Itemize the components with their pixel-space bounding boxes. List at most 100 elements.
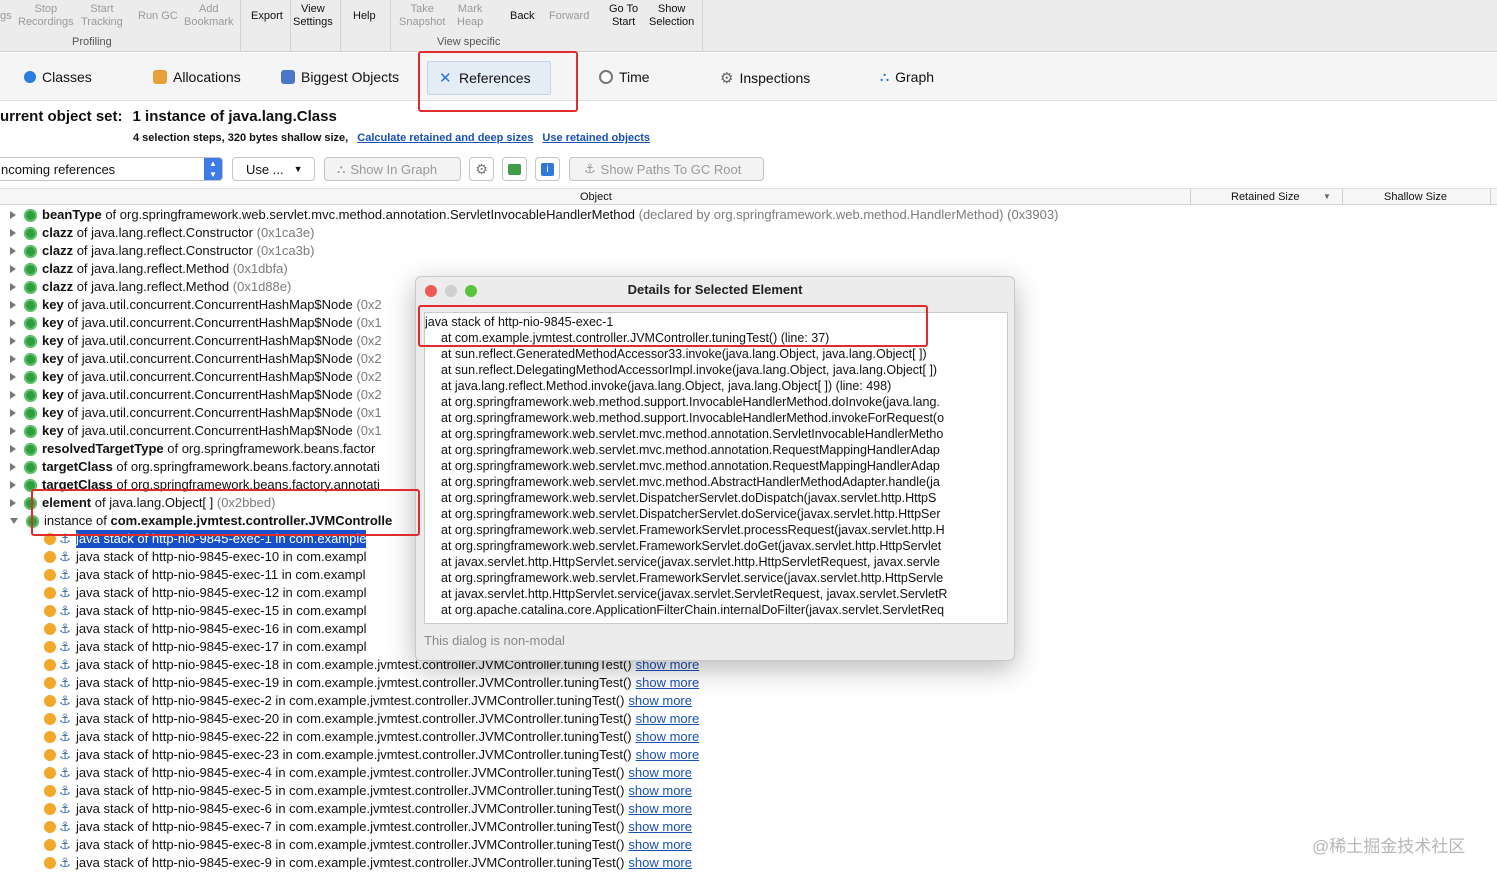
show-more-link[interactable]: show more bbox=[628, 764, 692, 782]
use-dropdown[interactable]: Use ... ▼ bbox=[232, 157, 315, 181]
tab-references[interactable]: ✕ References bbox=[439, 69, 531, 87]
stack-row[interactable]: ⚓ java stack of http-nio-9845-exec-10 in … bbox=[44, 548, 366, 566]
help-button[interactable]: Help bbox=[353, 10, 376, 23]
reference-type-select[interactable]: ncoming references ▲ ▼ bbox=[0, 157, 223, 181]
table-row[interactable]: key of java.util.concurrent.ConcurrentHa… bbox=[10, 386, 382, 404]
table-row[interactable]: targetClass of org.springframework.beans… bbox=[10, 458, 380, 476]
expand-triangle-icon[interactable] bbox=[10, 445, 16, 453]
start-tracking-button[interactable]: Start Tracking bbox=[81, 3, 123, 29]
table-row[interactable]: beanType of org.springframework.web.serv… bbox=[10, 206, 1058, 224]
use-retained-objects-link[interactable]: Use retained objects bbox=[542, 132, 650, 144]
go-to-start-button[interactable]: Go To Start bbox=[609, 3, 638, 29]
tab-inspections[interactable]: ⚙ Inspections bbox=[720, 69, 810, 87]
expand-triangle-icon[interactable] bbox=[10, 301, 16, 309]
stack-row[interactable]: ⚓ java stack of http-nio-9845-exec-7 in c… bbox=[44, 818, 692, 836]
stack-row[interactable]: ⚓ java stack of http-nio-9845-exec-9 in c… bbox=[44, 854, 692, 872]
stack-row[interactable]: ⚓ java stack of http-nio-9845-exec-4 in c… bbox=[44, 764, 692, 782]
table-row[interactable]: key of java.util.concurrent.ConcurrentHa… bbox=[10, 404, 382, 422]
stop-recordings-button[interactable]: Stop Recordings bbox=[18, 3, 74, 29]
table-row[interactable]: key of java.util.concurrent.ConcurrentHa… bbox=[10, 368, 382, 386]
show-more-link[interactable]: show more bbox=[628, 836, 692, 854]
show-more-link[interactable]: show more bbox=[628, 692, 692, 710]
table-row[interactable]: key of java.util.concurrent.ConcurrentHa… bbox=[10, 350, 382, 368]
table-row[interactable]: clazz of java.lang.reflect.Method (0x1d8… bbox=[10, 278, 291, 296]
stack-row[interactable]: ⚓ java stack of http-nio-9845-exec-15 in … bbox=[44, 602, 366, 620]
expand-triangle-icon[interactable] bbox=[10, 499, 16, 507]
export-button[interactable]: Export bbox=[251, 10, 283, 23]
expand-triangle-icon[interactable] bbox=[10, 427, 16, 435]
stack-row[interactable]: ⚓ java stack of http-nio-9845-exec-1 in c… bbox=[44, 530, 367, 548]
column-object[interactable]: Object bbox=[580, 191, 612, 203]
expand-triangle-icon[interactable] bbox=[10, 463, 16, 471]
table-row[interactable]: key of java.util.concurrent.ConcurrentHa… bbox=[10, 314, 382, 332]
stack-row[interactable]: ⚓ java stack of http-nio-9845-exec-2 in c… bbox=[44, 692, 692, 710]
table-row[interactable]: key of java.util.concurrent.ConcurrentHa… bbox=[10, 296, 382, 314]
show-paths-to-gc-root-button[interactable]: ⚓ Show Paths To GC Root bbox=[569, 157, 764, 181]
show-more-link[interactable]: show more bbox=[628, 800, 692, 818]
stack-row[interactable]: ⚓ java stack of http-nio-9845-exec-17 in … bbox=[44, 638, 366, 656]
stack-row[interactable]: ⚓ java stack of http-nio-9845-exec-8 in c… bbox=[44, 836, 692, 854]
stack-row[interactable]: ⚓ java stack of http-nio-9845-exec-23 in … bbox=[44, 746, 699, 764]
stack-row[interactable]: ⚓ java stack of http-nio-9845-exec-19 in … bbox=[44, 674, 699, 692]
calculate-retained-sizes-link[interactable]: Calculate retained and deep sizes bbox=[357, 132, 533, 144]
stack-row[interactable]: ⚓ java stack of http-nio-9845-exec-12 in … bbox=[44, 584, 366, 602]
table-row[interactable]: clazz of java.lang.reflect.Constructor (… bbox=[10, 224, 314, 242]
show-more-link[interactable]: show more bbox=[636, 674, 700, 692]
expand-triangle-icon[interactable] bbox=[10, 391, 16, 399]
show-more-link[interactable]: show more bbox=[636, 746, 700, 764]
expand-triangle-icon[interactable] bbox=[10, 247, 16, 255]
mark-heap-button[interactable]: Mark Heap bbox=[457, 3, 483, 29]
show-more-link[interactable]: show more bbox=[636, 710, 700, 728]
expand-triangle-icon[interactable] bbox=[10, 481, 16, 489]
expand-triangle-icon[interactable] bbox=[10, 265, 16, 273]
stack-row[interactable]: ⚓ java stack of http-nio-9845-exec-11 in … bbox=[44, 566, 366, 584]
table-row[interactable]: element of java.lang.Object[ ] (0x2bbed) bbox=[10, 494, 275, 512]
toolbar-button-recordings-partial[interactable]: gs bbox=[0, 10, 12, 23]
show-more-link[interactable]: show more bbox=[636, 728, 700, 746]
settings-button[interactable]: ⚙ bbox=[469, 157, 494, 181]
filter-button[interactable] bbox=[502, 157, 527, 181]
view-settings-button[interactable]: View Settings bbox=[293, 3, 333, 29]
table-row[interactable]: clazz of java.lang.reflect.Method (0x1db… bbox=[10, 260, 288, 278]
table-row[interactable]: key of java.util.concurrent.ConcurrentHa… bbox=[10, 332, 382, 350]
tab-allocations[interactable]: Allocations bbox=[153, 69, 241, 85]
expand-triangle-icon[interactable] bbox=[10, 337, 16, 345]
expand-triangle-icon[interactable] bbox=[10, 409, 16, 417]
table-row[interactable]: instance of com.example.jvmtest.controll… bbox=[10, 512, 392, 530]
expand-triangle-icon[interactable] bbox=[10, 355, 16, 363]
stack-row[interactable]: ⚓ java stack of http-nio-9845-exec-22 in … bbox=[44, 728, 699, 746]
show-selection-button[interactable]: Show Selection bbox=[649, 3, 694, 29]
info-button[interactable]: i bbox=[535, 157, 560, 181]
run-gc-button[interactable]: Run GC bbox=[138, 10, 178, 23]
back-button[interactable]: Back bbox=[510, 10, 534, 23]
tab-classes[interactable]: Classes bbox=[24, 69, 92, 85]
table-row[interactable]: resolvedTargetType of org.springframewor… bbox=[10, 440, 375, 458]
show-more-link[interactable]: show more bbox=[628, 854, 692, 872]
tab-graph[interactable]: ⛬ Graph bbox=[880, 69, 934, 85]
stack-row[interactable]: ⚓ java stack of http-nio-9845-exec-16 in … bbox=[44, 620, 366, 638]
expand-triangle-icon[interactable] bbox=[10, 229, 16, 237]
tab-biggest-objects[interactable]: Biggest Objects bbox=[281, 69, 399, 85]
expand-triangle-icon[interactable] bbox=[10, 283, 16, 291]
show-more-link[interactable]: show more bbox=[628, 782, 692, 800]
expand-triangle-icon[interactable] bbox=[10, 319, 16, 327]
column-shallow-size[interactable]: Shallow Size bbox=[1384, 191, 1447, 203]
table-row[interactable]: targetClass of org.springframework.beans… bbox=[10, 476, 380, 494]
stack-row[interactable]: ⚓ java stack of http-nio-9845-exec-6 in c… bbox=[44, 800, 692, 818]
table-row[interactable]: key of java.util.concurrent.ConcurrentHa… bbox=[10, 422, 382, 440]
column-retained-size[interactable]: Retained Size bbox=[1231, 191, 1300, 203]
show-more-link[interactable]: show more bbox=[628, 818, 692, 836]
stack-trace-area[interactable]: java stack of http-nio-9845-exec-1 at co… bbox=[424, 312, 1008, 624]
tab-time[interactable]: Time bbox=[599, 69, 650, 85]
table-row[interactable]: clazz of java.lang.reflect.Constructor (… bbox=[10, 242, 314, 260]
take-snapshot-button[interactable]: Take Snapshot bbox=[399, 3, 445, 29]
collapse-triangle-icon[interactable] bbox=[10, 518, 18, 524]
stack-frame: at org.springframework.web.servlet.mvc.m… bbox=[441, 475, 940, 489]
add-bookmark-button[interactable]: Add Bookmark bbox=[184, 3, 234, 29]
stack-row[interactable]: ⚓ java stack of http-nio-9845-exec-5 in c… bbox=[44, 782, 692, 800]
show-in-graph-button[interactable]: ⛬ Show In Graph bbox=[324, 157, 461, 181]
stack-row[interactable]: ⚓ java stack of http-nio-9845-exec-20 in … bbox=[44, 710, 699, 728]
expand-triangle-icon[interactable] bbox=[10, 211, 16, 219]
expand-triangle-icon[interactable] bbox=[10, 373, 16, 381]
forward-button[interactable]: Forward bbox=[549, 10, 589, 23]
